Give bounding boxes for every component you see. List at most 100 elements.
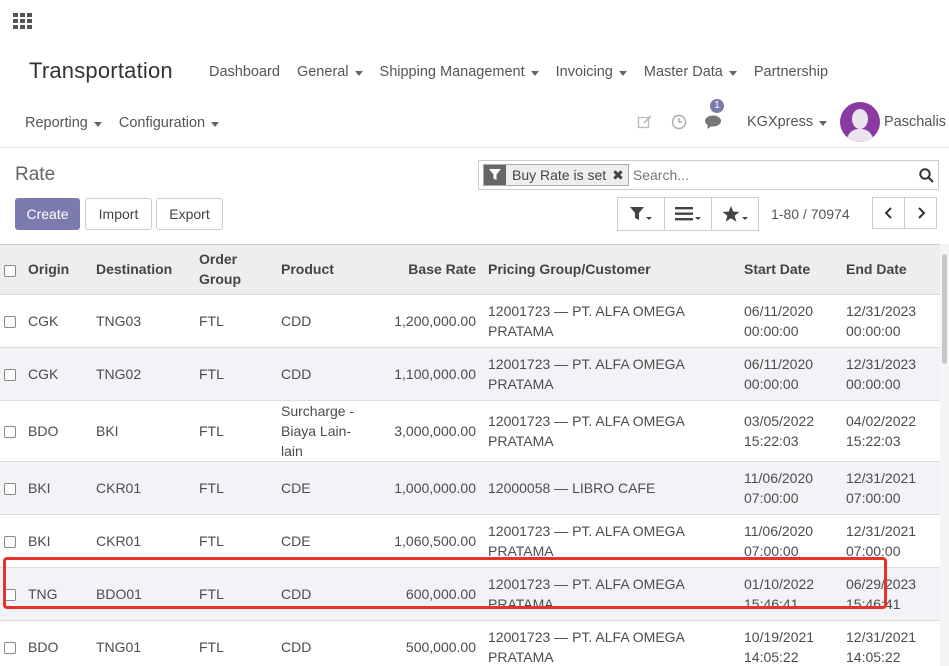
row-checkbox[interactable] [4,642,16,655]
destination-cell: TNG02 [90,346,193,400]
pager-next-button[interactable] [904,197,937,229]
search-icon[interactable] [914,167,938,183]
row-select-cell [0,513,22,567]
page-title[interactable]: Rate [15,164,55,186]
product-cell: CDD [275,346,370,400]
origin-cell: CGK [22,293,90,347]
row-checkbox[interactable] [4,535,16,548]
row-checkbox[interactable] [4,588,16,601]
user-avatar[interactable] [840,102,880,142]
pricing-group-cell: 12001723 — PT. ALFA OMEGA PRATAMA [482,566,738,620]
start-date-cell: 10/19/2021 14:05:22 [738,619,840,666]
clock-icon[interactable] [670,113,688,131]
control-panel: Rate Create Import Export Buy Rate is se… [0,148,949,244]
pricing-group-cell: 12001723 — PT. ALFA OMEGA PRATAMA [482,619,738,666]
table-header: Origin Destination Order Group Product B… [0,245,940,294]
end-date-cell: 12/31/2023 00:00:00 [840,293,940,347]
row-select-cell [0,460,22,514]
menu-dashboard[interactable]: Dashboard [209,64,280,80]
company-switcher[interactable]: KGXpress [747,114,828,130]
row-checkbox[interactable] [4,315,16,328]
pager-previous-button[interactable] [872,197,905,229]
menu-shipping-management[interactable]: Shipping Management [380,64,539,80]
row-select-cell [0,619,22,666]
product-cell: Surcharge - Biaya Lain-lain [275,399,370,461]
row-select-cell [0,399,22,461]
table-row[interactable]: TNG BDO01 FTL CDD 600,000.00 12001723 — … [0,566,940,620]
base-rate-cell: 1,200,000.00 [370,293,482,347]
table-row[interactable]: BKI CKR01 FTL CDE 1,060,500.00 12001723 … [0,513,940,567]
caret-down-icon [618,70,627,76]
start-date-cell: 11/06/2020 07:00:00 [738,513,840,567]
filters-button[interactable] [617,197,665,231]
table-row[interactable]: BDO BKI FTL Surcharge - Biaya Lain-lain … [0,399,940,461]
destination-cell: BKI [90,399,193,461]
export-button[interactable]: Export [156,198,223,230]
menu-invoicing[interactable]: Invoicing [556,64,627,80]
pager-value[interactable]: 1-80 / 70974 [771,206,850,222]
menu-partnership[interactable]: Partnership [754,64,828,80]
search-options [617,197,759,231]
base-rate-cell: 500,000.00 [370,619,482,666]
column-header-end-date[interactable]: End Date [840,245,940,294]
column-header-start-date[interactable]: Start Date [738,245,840,294]
app-brand[interactable]: Transportation [29,58,173,84]
origin-cell: BDO [22,619,90,666]
end-date-cell: 12/31/2021 07:00:00 [840,513,940,567]
messages-icon[interactable]: 1 [704,99,724,131]
column-header-base-rate[interactable]: Base Rate [370,245,482,294]
origin-cell: BKI [22,513,90,567]
table-row[interactable]: CGK TNG02 FTL CDD 1,100,000.00 12001723 … [0,346,940,400]
create-button[interactable]: Create [15,198,80,230]
column-header-origin[interactable]: Origin [22,245,90,294]
row-select-cell [0,566,22,620]
order-group-cell: FTL [193,513,275,567]
base-rate-cell: 600,000.00 [370,566,482,620]
menu-reporting[interactable]: Reporting [25,115,102,131]
systray: 1 KGXpress [636,99,828,142]
menu-master-data[interactable]: Master Data [644,64,737,80]
end-date-cell: 12/31/2021 14:05:22 [840,619,940,666]
menu-configuration[interactable]: Configuration [119,115,220,131]
group-by-button[interactable] [664,197,712,231]
table-row[interactable]: BKI CKR01 FTL CDE 1,000,000.00 12000058 … [0,460,940,514]
end-date-cell: 12/31/2021 07:00:00 [840,460,940,514]
scrollbar-thumb[interactable] [942,254,947,364]
column-header-destination[interactable]: Destination [90,245,193,294]
end-date-cell: 06/29/2023 15:46:41 [840,566,940,620]
facet-remove-icon[interactable]: ✖ [612,165,628,185]
table-row[interactable]: BDO TNG01 FTL CDD 500,000.00 12001723 — … [0,619,940,666]
table-row[interactable]: CGK TNG03 FTL CDD 1,200,000.00 12001723 … [0,293,940,347]
row-checkbox[interactable] [4,425,16,438]
row-checkbox[interactable] [4,482,16,495]
edit-icon[interactable] [636,113,654,131]
pricing-group-cell: 12001723 — PT. ALFA OMEGA PRATAMA [482,293,738,347]
select-all-checkbox[interactable] [4,264,16,277]
start-date-cell: 06/11/2020 00:00:00 [738,346,840,400]
origin-cell: CGK [22,346,90,400]
row-checkbox[interactable] [4,368,16,381]
import-button[interactable]: Import [85,198,152,230]
caret-down-icon [728,70,737,76]
apps-menu-icon[interactable] [13,13,33,29]
pager-buttons [872,197,937,229]
destination-cell: CKR01 [90,460,193,514]
column-header-product[interactable]: Product [275,245,370,294]
top-navbar: Transportation Dashboard General Shippin… [0,0,949,148]
vertical-scrollbar[interactable] [940,244,949,666]
messages-count-badge: 1 [710,99,724,113]
menu-general[interactable]: General [297,64,363,80]
destination-cell: CKR01 [90,513,193,567]
caret-down-icon [819,120,828,126]
product-cell: CDD [275,293,370,347]
column-header-order-group[interactable]: Order Group [193,245,275,294]
start-date-cell: 03/05/2022 15:22:03 [738,399,840,461]
filter-icon [484,165,506,185]
user-menu[interactable]: Paschalis [884,114,946,130]
order-group-cell: FTL [193,346,275,400]
order-group-cell: FTL [193,619,275,666]
pricing-group-cell: 12001723 — PT. ALFA OMEGA PRATAMA [482,513,738,567]
search-input[interactable] [628,167,914,183]
column-header-pricing-group[interactable]: Pricing Group/Customer [482,245,738,294]
favorites-button[interactable] [711,197,759,231]
